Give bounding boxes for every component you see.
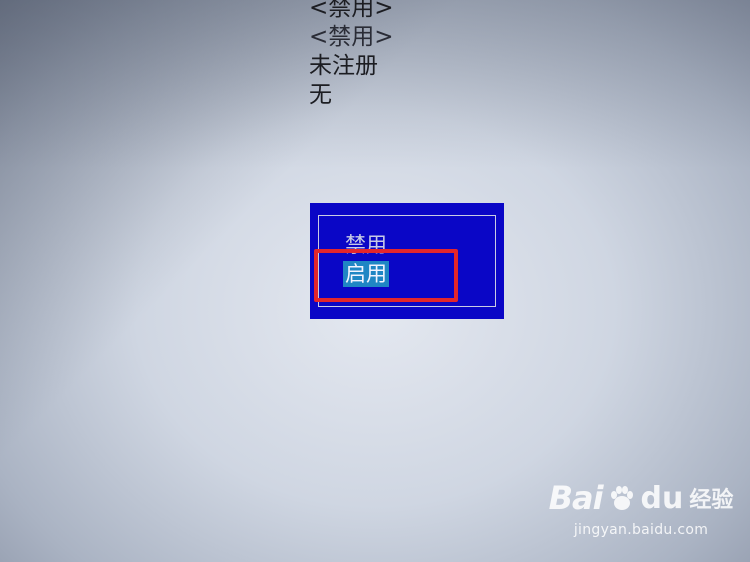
value-line: <禁用> [309,0,394,21]
watermark-url: jingyan.baidu.com [573,522,709,538]
red-highlight-box [314,249,458,302]
baidu-jingyan-watermark: Bai du 经验 jingyan.baidu.com [546,478,736,548]
bios-value-column: <禁用> <禁用> 未注册 无 [309,0,449,110]
watermark-logo: Bai du 经验 [546,478,736,518]
watermark-brand-du: du [640,480,684,516]
baidu-paw-icon [610,486,633,510]
watermark-brand-jingyan: 经验 [689,488,734,513]
value-line: <禁用> [309,24,394,50]
value-line: 无 [309,82,332,108]
watermark-brand-bai: Bai [548,479,604,517]
value-line: 未注册 [309,53,378,79]
